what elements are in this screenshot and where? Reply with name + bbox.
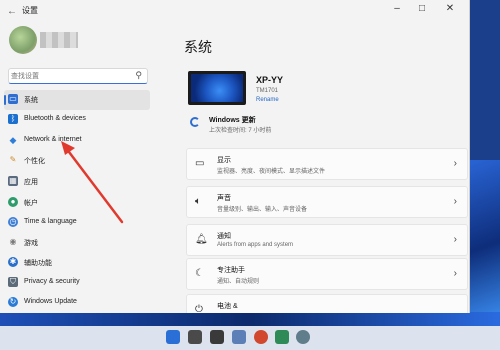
accessibility-icon: ✱ (8, 257, 18, 267)
start-button[interactable] (166, 330, 180, 344)
card-title: 电池 & (217, 303, 238, 310)
sidebar-item-network[interactable]: ◆ Network & internet (4, 131, 150, 151)
task-view-icon[interactable] (210, 330, 224, 344)
card-sound[interactable]: 🔈︎ 声音 音量级别、输出、输入、声音设备 › (186, 186, 468, 218)
card-title: 显示 (217, 157, 231, 164)
sidebar-item-personalization[interactable]: ✎ 个性化 (4, 151, 150, 171)
sidebar-item-system[interactable]: ▭ 系统 (4, 90, 150, 110)
settings-taskbar-icon[interactable] (296, 330, 310, 344)
page-title: 系统 (184, 39, 212, 55)
device-image (188, 71, 246, 105)
search-taskbar-icon[interactable] (188, 330, 202, 344)
card-notifications[interactable]: 🔔︎ 通知 Alerts from apps and system › (186, 224, 468, 256)
back-arrow-icon[interactable]: ← (7, 6, 17, 17)
sidebar-item-accounts[interactable]: ● 帐户 (4, 193, 150, 213)
card-focus-assist[interactable]: ☾ 专注助手 通知、自动规则 › (186, 258, 468, 290)
update-icon: ↻ (8, 297, 18, 307)
sidebar-item-label: Windows Update (24, 298, 77, 305)
wifi-icon: ◆ (9, 135, 17, 145)
sidebar-item-bluetooth[interactable]: ᛒ Bluetooth & devices (4, 110, 150, 130)
taskbar (0, 326, 500, 350)
device-model: TM1701 (256, 88, 279, 94)
avatar[interactable] (9, 26, 37, 54)
update-subtitle: 上次检查时间: 7 小时前 (209, 128, 272, 134)
bell-icon: 🔔︎ (195, 234, 208, 245)
widgets-icon[interactable] (232, 330, 246, 344)
apps-icon: ▦ (8, 176, 18, 186)
sidebar-item-time-language[interactable]: ◷ Time & language (4, 213, 150, 233)
search-icon: ⚲ (135, 70, 142, 80)
card-subtitle: 监视器、亮度、夜间模式、显示描述文件 (217, 169, 326, 175)
app-icon[interactable] (275, 330, 289, 344)
sidebar-item-label: 系统 (24, 97, 38, 104)
rename-link[interactable]: Rename (256, 97, 279, 103)
sidebar-item-label: 帐户 (24, 200, 38, 207)
card-subtitle: Alerts from apps and system (217, 242, 294, 248)
windows-update-icon (190, 117, 200, 127)
monitor-icon: ▭ (8, 94, 18, 104)
card-power-battery[interactable]: ⏻ 电池 & (186, 294, 468, 313)
sidebar-item-label: Privacy & security (24, 278, 80, 285)
shield-icon: ⛉ (8, 277, 18, 287)
chevron-right-icon: › (453, 234, 457, 245)
sidebar-item-label: Time & language (24, 218, 77, 225)
sidebar-item-gaming[interactable]: ◉ 游戏 (4, 233, 150, 253)
settings-window: ← 设置 – □ ✕ ⚲ ▭ 系统 ᛒ Bluetooth & devices … (0, 0, 470, 313)
sidebar-item-windows-update[interactable]: ↻ Windows Update (4, 293, 150, 313)
chevron-right-icon: › (453, 268, 457, 279)
sidebar-item-label: 游戏 (24, 240, 38, 247)
card-subtitle: 音量级别、输出、输入、声音设备 (217, 207, 308, 213)
sidebar-item-label: 个性化 (24, 158, 45, 165)
device-name: XP-YY (256, 75, 284, 85)
sidebar-item-label: Bluetooth & devices (24, 115, 86, 122)
chevron-right-icon: › (453, 158, 457, 169)
close-button[interactable]: ✕ (438, 2, 462, 16)
person-icon: ● (8, 197, 18, 207)
display-icon: ▭ (195, 158, 205, 169)
search-box[interactable]: ⚲ (8, 68, 148, 84)
minimize-button[interactable]: – (385, 2, 409, 16)
card-subtitle: 通知、自动规则 (217, 279, 260, 285)
card-title: 通知 (217, 233, 231, 240)
powerpoint-icon[interactable] (254, 330, 268, 344)
gamepad-icon: ◉ (9, 237, 17, 246)
sidebar-item-apps[interactable]: ▦ 应用 (4, 172, 150, 192)
globe-clock-icon: ◷ (8, 217, 18, 227)
card-title: 专注助手 (217, 267, 245, 274)
update-title[interactable]: Windows 更新 (209, 115, 256, 125)
maximize-button[interactable]: □ (410, 2, 434, 16)
desktop-wallpaper-bottom (0, 312, 500, 326)
sidebar-item-label: 辅助功能 (24, 260, 52, 267)
chevron-right-icon: › (453, 196, 457, 207)
title-bar: ← 设置 – □ ✕ (0, 0, 469, 20)
power-icon: ⏻ (195, 304, 203, 313)
card-display[interactable]: ▭ 显示 监视器、亮度、夜间模式、显示描述文件 › (186, 148, 468, 180)
account-name-blurred (40, 32, 78, 48)
sidebar-item-accessibility[interactable]: ✱ 辅助功能 (4, 253, 150, 273)
card-title: 声音 (217, 195, 231, 202)
bluetooth-icon: ᛒ (8, 114, 18, 124)
brush-icon: ✎ (9, 155, 17, 164)
sidebar-item-label: Network & internet (24, 136, 82, 143)
speaker-icon: 🔈︎ (195, 196, 201, 207)
search-input[interactable] (11, 70, 131, 83)
window-title: 设置 (22, 6, 38, 15)
moon-icon: ☾ (195, 268, 204, 279)
sidebar-item-label: 应用 (24, 179, 38, 186)
sidebar-item-privacy[interactable]: ⛉ Privacy & security (4, 273, 150, 293)
